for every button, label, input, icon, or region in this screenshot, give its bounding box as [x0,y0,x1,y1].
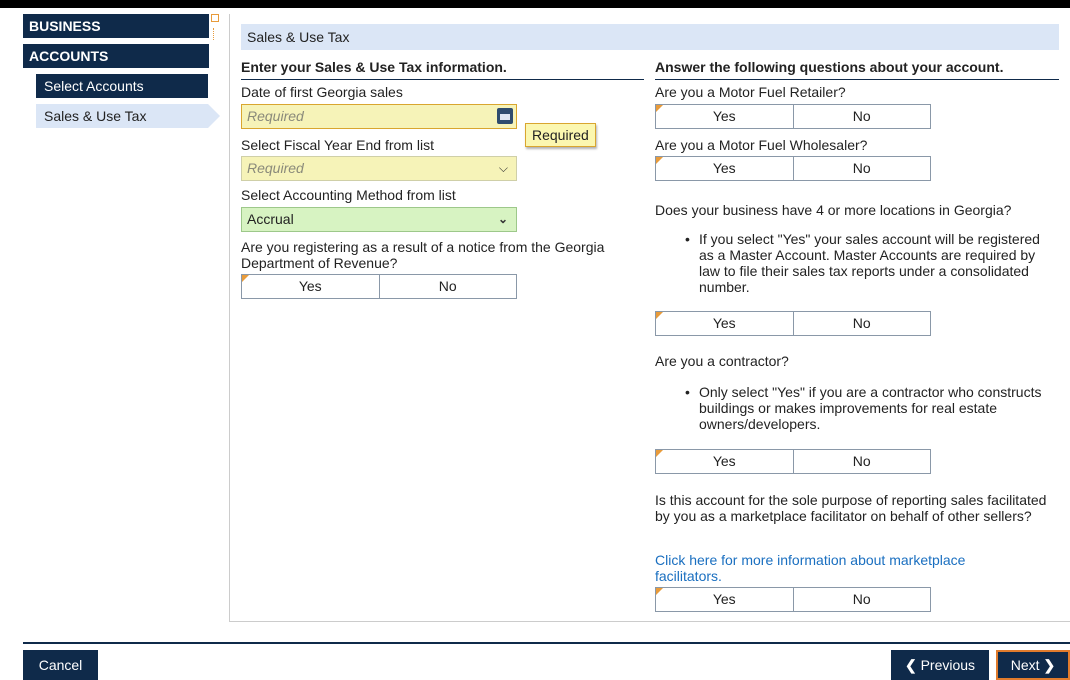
wholesaler-yes-button[interactable]: Yes [656,157,793,180]
retailer-no-button[interactable]: No [792,105,931,128]
accounting-value: Accrual [247,211,294,227]
footer-divider [23,642,1070,644]
wholesaler-no-button[interactable]: No [792,157,931,180]
tree-line [213,28,216,40]
contractor-note: Only select "Yes" if you are a contracto… [685,384,1059,432]
sidebar-business[interactable]: BUSINESS [23,14,209,38]
wholesaler-question: Are you a Motor Fuel Wholesaler? [655,137,868,153]
chevron-down-icon: ⌵ [498,161,508,175]
required-tooltip: Required [525,123,596,147]
notice-yes-no: Yes No [241,274,517,299]
expand-icon[interactable] [211,14,219,22]
retailer-question: Are you a Motor Fuel Retailer? [655,84,846,100]
marketplace-no-button[interactable]: No [792,588,931,611]
contractor-yes-button[interactable]: Yes [656,450,793,473]
section-title: Sales & Use Tax [241,24,1059,50]
sidebar-item-select-accounts[interactable]: Select Accounts [36,74,208,98]
locations-note: If you select "Yes" your sales account w… [685,231,1049,295]
marketplace-question: Is this account for the sole purpose of … [655,492,1047,524]
date-label: Date of first Georgia sales [241,84,403,100]
previous-label: Previous [920,657,976,673]
notice-yes-button[interactable]: Yes [242,275,379,298]
date-input[interactable]: Required [241,104,517,129]
top-bar [0,0,1070,8]
marketplace-info-link[interactable]: Click here for more information about ma… [655,552,1015,584]
chevron-right-icon: ❯ [1043,657,1056,673]
marketplace-yes-no: Yes No [655,587,931,612]
contractor-no-button[interactable]: No [792,450,931,473]
sidebar-accounts[interactable]: ACCOUNTS [23,44,209,68]
right-heading: Answer the following questions about you… [655,59,1059,80]
cancel-button[interactable]: Cancel [23,650,98,680]
locations-yes-no: Yes No [655,311,931,336]
date-placeholder: Required [247,108,304,124]
contractor-question: Are you a contractor? [655,353,789,369]
next-label: Next [1010,657,1040,673]
sidebar-item-sales-use-tax[interactable]: Sales & Use Tax [36,104,220,128]
fiscal-year-select[interactable]: Required ⌵ [241,156,517,181]
next-button[interactable]: Next ❯ [996,650,1070,680]
accounting-method-select[interactable]: Accrual ⌄ [241,207,517,232]
notice-question: Are you registering as a result of a not… [241,239,605,271]
accounting-label: Select Accounting Method from list [241,187,456,203]
marketplace-yes-button[interactable]: Yes [656,588,793,611]
retailer-yes-button[interactable]: Yes [656,105,793,128]
retailer-yes-no: Yes No [655,104,931,129]
locations-yes-button[interactable]: Yes [656,312,793,335]
wholesaler-yes-no: Yes No [655,156,931,181]
locations-question: Does your business have 4 or more locati… [655,202,1012,218]
left-heading: Enter your Sales & Use Tax information. [241,59,644,80]
chevron-left-icon: ❮ [904,657,917,673]
fiscal-value: Required [247,160,304,176]
contractor-yes-no: Yes No [655,449,931,474]
previous-button[interactable]: ❮ Previous [891,650,989,680]
chevron-down-icon: ⌄ [497,212,508,226]
fiscal-label: Select Fiscal Year End from list [241,137,434,153]
calendar-icon[interactable] [497,108,513,124]
locations-no-button[interactable]: No [792,312,931,335]
notice-no-button[interactable]: No [378,275,517,298]
